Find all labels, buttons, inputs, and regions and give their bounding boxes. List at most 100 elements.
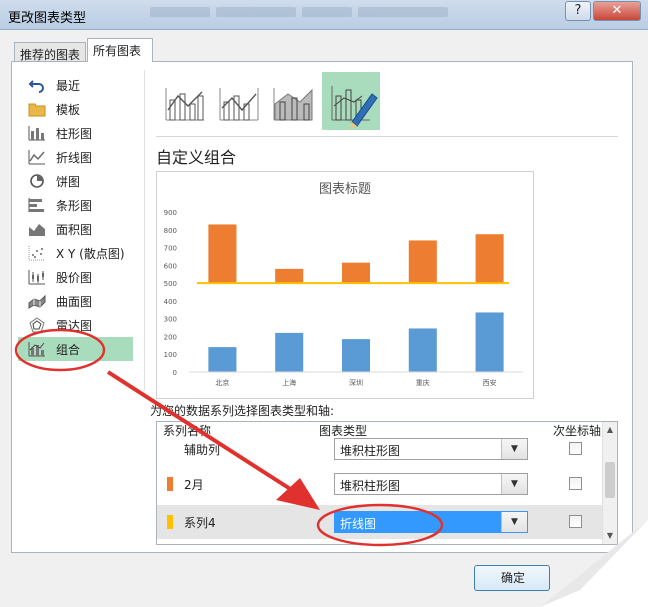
chart-type-dropdown[interactable]: 折线图 ▼ bbox=[334, 511, 528, 533]
sidebar-item-label: 股价图 bbox=[56, 270, 93, 285]
y-tick-label: 600 bbox=[164, 262, 177, 270]
bar-bottom bbox=[341, 339, 371, 372]
x-tick-label: 西安 bbox=[483, 378, 497, 387]
section-separator bbox=[156, 136, 618, 137]
dropdown-value: 堆积柱形图 bbox=[340, 479, 401, 493]
bar-top bbox=[341, 262, 371, 284]
bar-bottom bbox=[275, 332, 304, 372]
y-tick-label: 700 bbox=[164, 245, 177, 253]
sidebar-item-column[interactable]: 柱形图 bbox=[18, 122, 133, 144]
sidebar-item-label: 模板 bbox=[56, 102, 81, 117]
sidebar-item-label: 最近 bbox=[56, 78, 81, 93]
y-tick-label: 800 bbox=[164, 227, 177, 235]
help-button[interactable]: ? bbox=[565, 1, 591, 21]
bar-bottom bbox=[408, 328, 437, 372]
scatter-chart-icon bbox=[28, 246, 45, 261]
y-tick-label: 0 bbox=[173, 369, 177, 377]
folder-icon bbox=[28, 103, 46, 117]
dropdown-value: 折线图 bbox=[340, 517, 377, 531]
blurred-title-text bbox=[150, 6, 480, 20]
bar-top bbox=[475, 234, 504, 284]
tab-recommended-charts[interactable]: 推荐的图表 bbox=[14, 42, 86, 62]
chart-type-dropdown[interactable]: 堆积柱形图 ▼ bbox=[334, 438, 528, 460]
table-row[interactable]: 辅助列 堆积柱形图 ▼ bbox=[157, 432, 603, 466]
subtype-custom-combination[interactable] bbox=[322, 72, 380, 130]
sidebar-item-radar[interactable]: 雷达图 bbox=[18, 314, 133, 336]
series-name: 2月 bbox=[184, 478, 204, 492]
scroll-thumb[interactable] bbox=[605, 462, 615, 498]
sidebar-item-label: 雷达图 bbox=[56, 318, 93, 333]
sidebar-item-bar[interactable]: 条形图 bbox=[18, 194, 133, 216]
line-chart-icon bbox=[28, 150, 45, 165]
x-tick-label: 上海 bbox=[282, 378, 296, 387]
sidebar-item-label: 条形图 bbox=[56, 198, 93, 213]
undo-icon bbox=[28, 80, 44, 93]
sidebar-item-label: 柱形图 bbox=[56, 126, 93, 141]
bar-top bbox=[408, 240, 437, 284]
preview-chart: 图表标题 0 100 200 300 400 500 600 700 800 900 北京 上海 深圳… bbox=[164, 182, 523, 387]
area-chart-icon bbox=[29, 224, 45, 236]
series-bottom-bars bbox=[208, 312, 504, 372]
x-tick-label: 重庆 bbox=[416, 378, 430, 387]
panel-divider bbox=[144, 70, 145, 390]
sidebar-item-area[interactable]: 面积图 bbox=[18, 218, 133, 240]
table-row[interactable]: 2月 堆积柱形图 ▼ bbox=[157, 467, 603, 501]
sidebar-item-label: 折线图 bbox=[56, 150, 93, 165]
y-tick-label: 300 bbox=[164, 316, 177, 324]
window-title: 更改图表类型 bbox=[8, 11, 87, 26]
custom-combination-icon bbox=[331, 86, 378, 129]
sidebar-item-surface[interactable]: 曲面图 bbox=[18, 290, 133, 312]
table-row[interactable]: 系列4 折线图 ▼ bbox=[157, 505, 603, 539]
tab-all-charts[interactable]: 所有图表 bbox=[87, 38, 153, 62]
scroll-up-icon[interactable]: ▲ bbox=[603, 422, 617, 438]
bar-top bbox=[208, 224, 237, 284]
sidebar-item-templates[interactable]: 模板 bbox=[18, 98, 133, 120]
bar-bottom bbox=[208, 347, 237, 372]
secondary-axis-checkbox[interactable] bbox=[569, 442, 582, 455]
stacked-area-column-icon bbox=[273, 88, 313, 121]
y-tick-label: 200 bbox=[164, 333, 177, 341]
close-button[interactable]: ✕ bbox=[593, 1, 641, 21]
surface-chart-icon bbox=[28, 294, 46, 309]
x-tick-label: 深圳 bbox=[349, 378, 363, 387]
series-color-swatch bbox=[167, 515, 173, 529]
section-title: 自定义组合 bbox=[156, 148, 237, 167]
sidebar-item-recent[interactable]: 最近 bbox=[18, 74, 133, 96]
x-tick-label: 北京 bbox=[215, 378, 229, 387]
x-axis: 北京 上海 深圳 重庆 西安 bbox=[189, 371, 523, 387]
ok-button[interactable]: 确定 bbox=[474, 565, 550, 591]
sidebar-item-label: 组合 bbox=[56, 342, 81, 357]
clustered-column-line-icon bbox=[165, 88, 204, 121]
subtype-clustered-column-line[interactable] bbox=[158, 74, 212, 128]
radar-chart-icon bbox=[29, 317, 45, 333]
chevron-down-icon[interactable]: ▼ bbox=[501, 439, 527, 459]
clustered-column-line-secondary-icon bbox=[219, 88, 259, 121]
column-chart-icon bbox=[28, 126, 45, 141]
sidebar-item-label: 饼图 bbox=[56, 174, 81, 189]
chart-type-dropdown[interactable]: 堆积柱形图 ▼ bbox=[334, 473, 528, 495]
sidebar-item-stock[interactable]: 股价图 bbox=[18, 266, 133, 288]
sidebar-item-pie[interactable]: 饼图 bbox=[18, 170, 133, 192]
series-caption: 为您的数据系列选择图表类型和轴: bbox=[150, 404, 335, 418]
y-tick-label: 500 bbox=[164, 280, 177, 288]
sidebar-item-scatter[interactable]: X Y (散点图) bbox=[18, 242, 133, 264]
stock-chart-icon bbox=[28, 270, 45, 285]
combo-chart-icon bbox=[28, 342, 45, 357]
y-tick-label: 100 bbox=[164, 351, 177, 359]
bar-chart-icon bbox=[28, 198, 44, 212]
secondary-axis-checkbox[interactable] bbox=[569, 477, 582, 490]
sidebar-item-label: 曲面图 bbox=[56, 294, 93, 309]
sidebar-item-line[interactable]: 折线图 bbox=[18, 146, 133, 168]
bar-top bbox=[275, 268, 304, 284]
chevron-down-icon[interactable]: ▼ bbox=[501, 474, 527, 494]
chevron-down-icon[interactable]: ▼ bbox=[501, 512, 527, 532]
series-name: 辅助列 bbox=[184, 443, 221, 457]
y-tick-label: 900 bbox=[164, 209, 177, 217]
title-bar: 更改图表类型 ? ✕ bbox=[0, 0, 648, 30]
page-curl-decoration bbox=[540, 520, 648, 607]
subtype-clustered-column-line-secondary[interactable] bbox=[212, 74, 266, 128]
sidebar-item-combo[interactable]: 组合 bbox=[18, 337, 133, 361]
pie-chart-icon bbox=[30, 174, 44, 188]
subtype-stacked-area-column[interactable] bbox=[266, 74, 320, 128]
chart-title: 图表标题 bbox=[319, 182, 371, 197]
